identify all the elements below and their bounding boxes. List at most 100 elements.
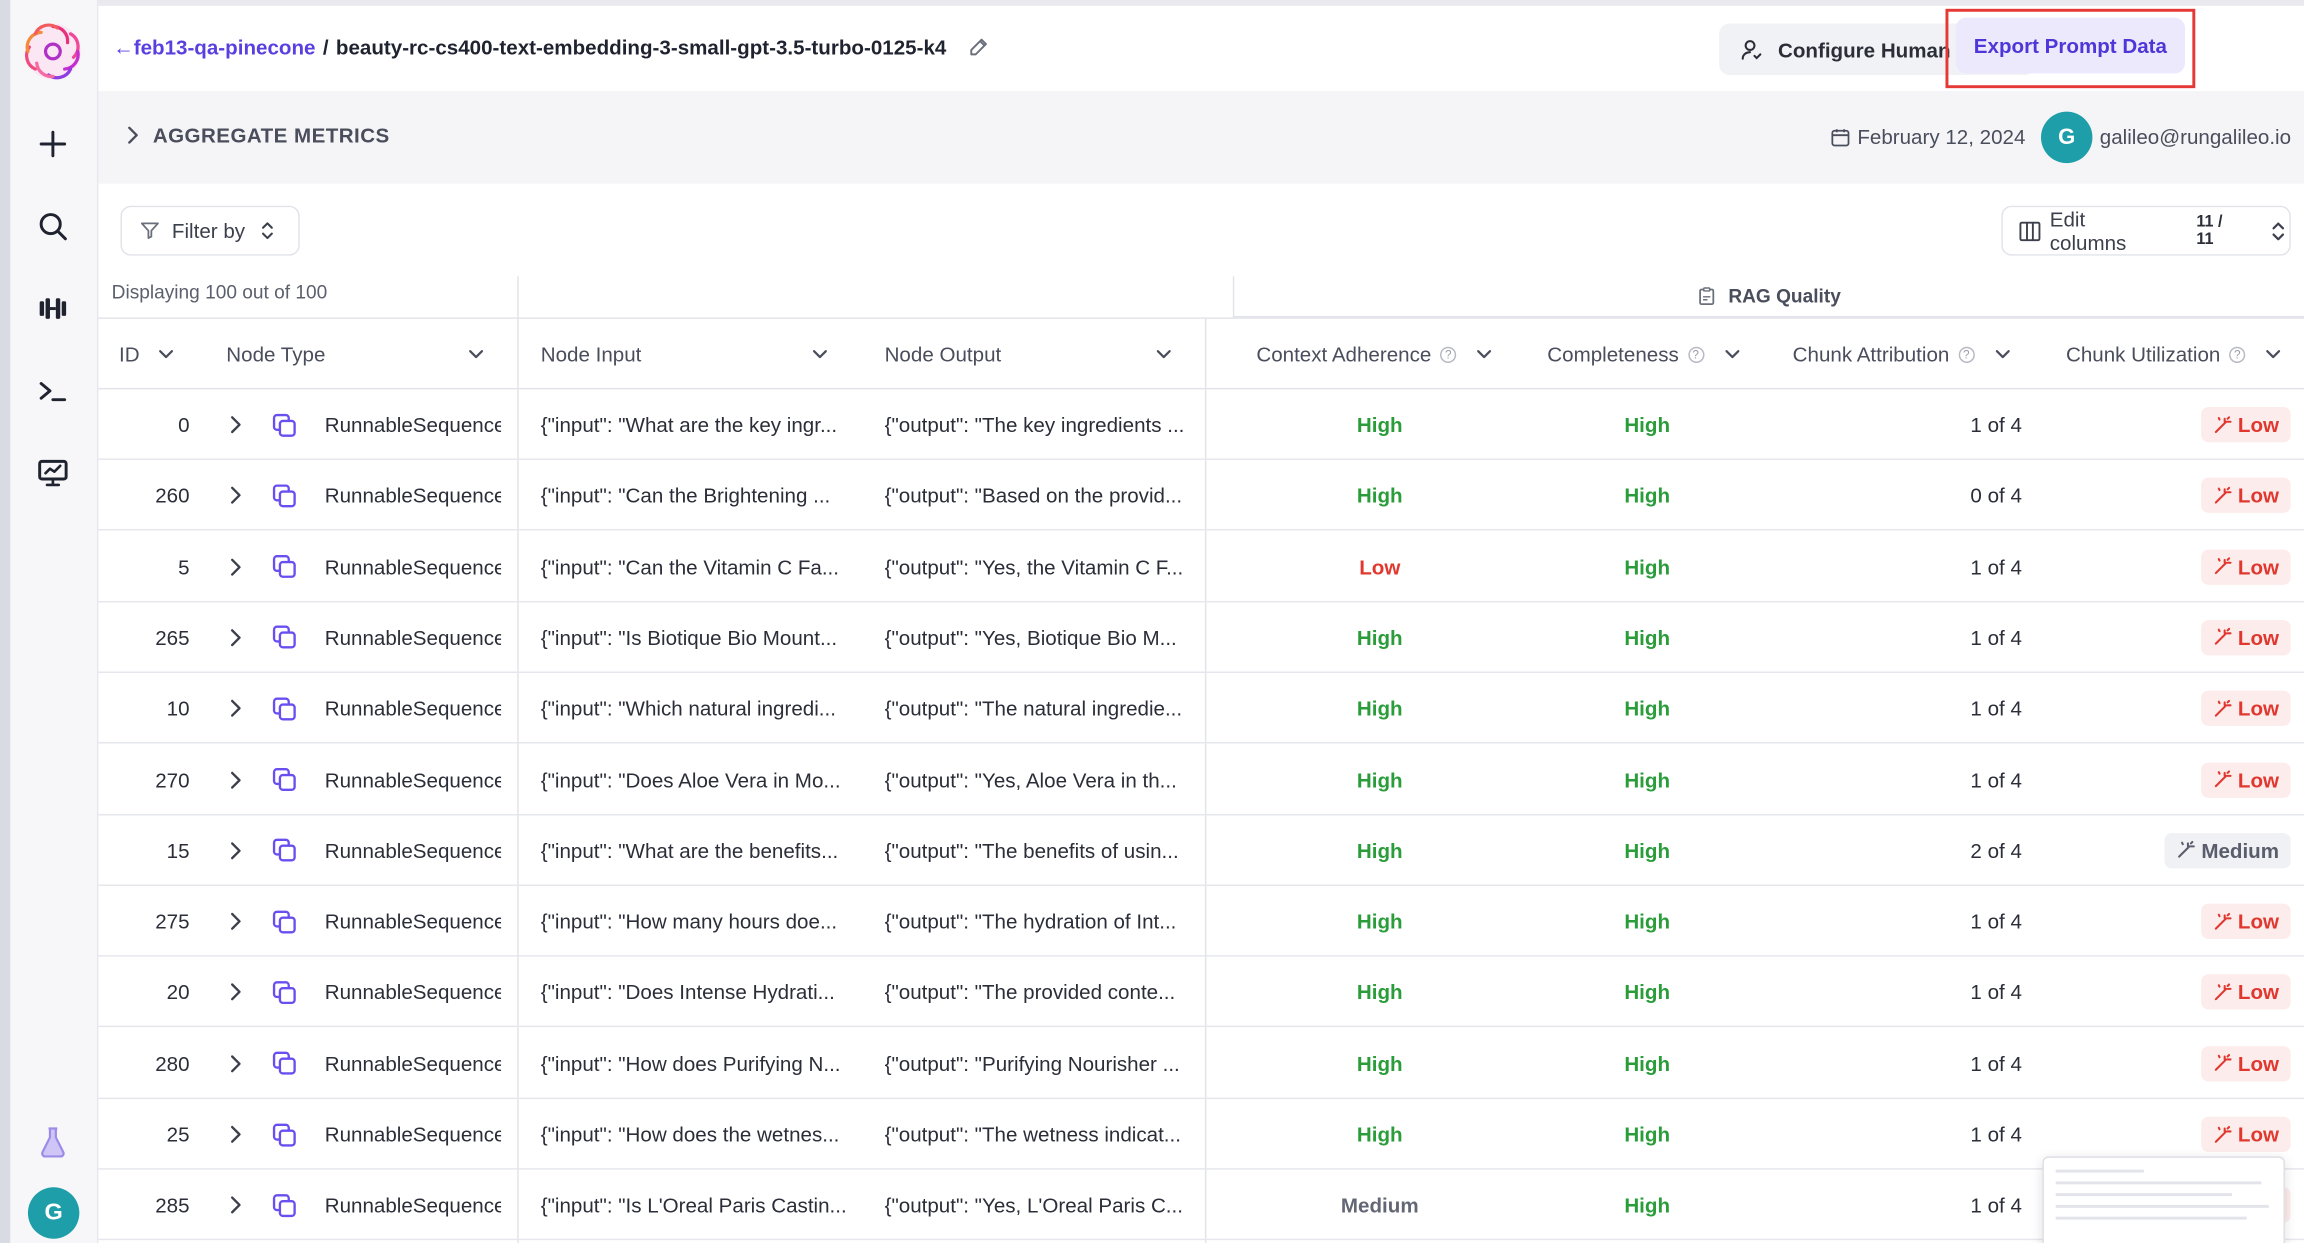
table-row[interactable]: 10 RunnableSequence {"input": "Which nat…	[98, 673, 2304, 744]
column-header-chunk-utilization[interactable]: Chunk Utilization ?	[2066, 319, 2282, 390]
expand-row-button[interactable]	[225, 1028, 246, 1099]
cell-node-input[interactable]: {"input": "Can the Vitamin C Fa...	[541, 531, 850, 602]
chevron-right-icon	[230, 700, 241, 718]
column-header-node-type[interactable]: Node Type	[226, 319, 490, 390]
expand-row-button[interactable]	[225, 1170, 246, 1241]
expand-row-button[interactable]	[225, 531, 246, 602]
column-header-context-adherence[interactable]: Context Adherence ?	[1256, 319, 1493, 390]
rag-quality-label: RAG Quality	[1728, 285, 1841, 308]
cell-node-output[interactable]: {"output": "The key ingredients ...	[885, 389, 1201, 460]
cell-completeness: High	[1624, 1193, 1671, 1218]
edit-columns-button[interactable]: Edit columns 11 / 11	[2001, 205, 2291, 256]
cell-node-output[interactable]: {"output": "Yes, L'Oreal Paris C...	[885, 1170, 1201, 1241]
expand-row-button[interactable]	[225, 1099, 246, 1170]
export-prompt-data-button[interactable]: Export Prompt Data	[1955, 17, 2185, 74]
back-link[interactable]: ←feb13-qa-pinecone	[113, 35, 315, 59]
expand-row-button[interactable]	[225, 957, 246, 1028]
chevron-down-icon	[1995, 350, 2010, 359]
cell-node-output[interactable]: {"output": "Based on the provid...	[885, 460, 1201, 531]
aggregate-metrics-toggle[interactable]: AGGREGATE METRICS	[123, 123, 389, 147]
magic-wand-icon	[2214, 1125, 2232, 1143]
utilization-badge: Low	[2201, 761, 2291, 798]
chevron-right-icon	[230, 416, 241, 434]
magic-wand-icon	[2214, 770, 2232, 788]
cell-node-output[interactable]: {"output": "The hydration of Int...	[885, 886, 1201, 957]
magic-wand-icon	[2178, 841, 2196, 859]
cell-node-input[interactable]: {"input": "Is L'Oreal Paris Castin...	[541, 1170, 850, 1241]
cell-node-output[interactable]: {"output": "Yes, the Vitamin C F...	[885, 531, 1201, 602]
training-button[interactable]	[26, 282, 79, 335]
expand-row-button[interactable]	[225, 886, 246, 957]
help-icon[interactable]: ?	[1958, 346, 1975, 363]
table-row[interactable]: 265 RunnableSequence {"input": "Is Bioti…	[98, 602, 2304, 673]
flask-icon[interactable]	[38, 1126, 67, 1158]
table-row[interactable]: 275 RunnableSequence {"input": "How many…	[98, 886, 2304, 957]
cell-node-input[interactable]: {"input": "How does the wetnes...	[541, 1099, 850, 1170]
cell-node-input[interactable]: {"input": "Which natural ingredi...	[541, 673, 850, 744]
cell-node-output[interactable]: {"output": "Purifying Nourisher ...	[885, 1028, 1201, 1099]
utilization-badge: Low	[2201, 903, 2291, 940]
cell-node-output[interactable]: {"output": "Yes, Biotique Bio M...	[885, 602, 1201, 673]
expand-row-button[interactable]	[225, 460, 246, 531]
table-row[interactable]: 285 RunnableSequence {"input": "Is L'Ore…	[98, 1170, 2304, 1241]
column-header-id[interactable]: ID	[119, 319, 175, 390]
cell-id: 15	[166, 838, 190, 863]
user-avatar[interactable]: G	[27, 1187, 80, 1239]
cell-node-input[interactable]: {"input": "Does Aloe Vera in Mo...	[541, 744, 850, 815]
cell-node-input[interactable]: {"input": "What are the benefits...	[541, 815, 850, 886]
table-row[interactable]: 20 RunnableSequence {"input": "Does Inte…	[98, 957, 2304, 1028]
cell-node-input[interactable]: {"input": "Can the Brightening ...	[541, 460, 850, 531]
help-icon[interactable]: ?	[2229, 346, 2246, 363]
chain-icon	[272, 909, 296, 933]
cell-node-input[interactable]: {"input": "How does Purifying N...	[541, 1028, 850, 1099]
table-row[interactable]: 25 RunnableSequence {"input": "How does …	[98, 1099, 2304, 1170]
column-header-chunk-attribution[interactable]: Chunk Attribution ?	[1793, 319, 2011, 390]
monitor-button[interactable]	[26, 447, 79, 500]
node-type-icon-cell	[272, 602, 297, 673]
terminal-button[interactable]	[26, 364, 79, 417]
cell-node-output[interactable]: {"output": "The wetness indicat...	[885, 1099, 1201, 1170]
cell-node-output[interactable]: {"output": "Yes, Aloe Vera in th...	[885, 744, 1201, 815]
chevron-right-icon	[230, 1196, 241, 1214]
help-icon[interactable]: ?	[1440, 346, 1457, 363]
column-header-node-output[interactable]: Node Output	[885, 319, 1179, 390]
table-row[interactable]: 0 RunnableSequence {"input": "What are t…	[98, 389, 2304, 460]
column-header-completeness[interactable]: Completeness ?	[1547, 319, 1740, 390]
cell-node-output[interactable]: {"output": "The benefits of usin...	[885, 815, 1201, 886]
expand-row-button[interactable]	[225, 389, 246, 460]
cell-context-adherence: High	[1356, 483, 1403, 508]
help-icon[interactable]: ?	[1687, 346, 1704, 363]
screenshot-thumbnail[interactable]	[2042, 1156, 2285, 1243]
cell-node-type: RunnableSequence	[324, 554, 502, 579]
table-row[interactable]: 15 RunnableSequence {"input": "What are …	[98, 815, 2304, 886]
cell-node-input[interactable]: {"input": "How many hours doe...	[541, 886, 850, 957]
aggregate-metrics-label: AGGREGATE METRICS	[152, 123, 390, 147]
chevron-right-icon	[230, 770, 241, 789]
search-button[interactable]	[26, 200, 79, 253]
edit-icon[interactable]	[968, 37, 989, 58]
expand-row-button[interactable]	[225, 815, 246, 886]
add-button[interactable]	[26, 118, 79, 171]
cell-node-output[interactable]: {"output": "The natural ingredie...	[885, 673, 1201, 744]
table-row[interactable]: 5 RunnableSequence {"input": "Can the Vi…	[98, 531, 2304, 602]
owner-avatar: G	[2040, 111, 2093, 164]
expand-row-button[interactable]	[225, 673, 246, 744]
cell-node-type: RunnableSequence	[324, 625, 502, 650]
chain-icon	[272, 484, 296, 508]
cell-chunk-utilization: Low	[2038, 673, 2291, 744]
table-row[interactable]: 270 RunnableSequence {"input": "Does Alo…	[98, 744, 2304, 815]
cell-node-input[interactable]: {"input": "Does Intense Hydrati...	[541, 957, 850, 1028]
node-type-icon-cell	[272, 531, 297, 602]
column-header-node-input[interactable]: Node Input	[541, 319, 835, 390]
expand-row-button[interactable]	[225, 602, 246, 673]
galileo-logo-icon[interactable]	[22, 21, 84, 83]
sidebar: G	[0, 0, 99, 1243]
expand-row-button[interactable]	[225, 744, 246, 815]
cell-node-output[interactable]: {"output": "The provided conte...	[885, 957, 1201, 1028]
cell-chunk-attribution: 1 of 4	[1970, 767, 2022, 792]
filter-by-button[interactable]: Filter by	[120, 205, 300, 256]
table-row[interactable]: 260 RunnableSequence {"input": "Can the …	[98, 460, 2304, 531]
table-row[interactable]: 280 RunnableSequence {"input": "How does…	[98, 1028, 2304, 1099]
cell-node-input[interactable]: {"input": "What are the key ingr...	[541, 389, 850, 460]
cell-node-input[interactable]: {"input": "Is Biotique Bio Mount...	[541, 602, 850, 673]
